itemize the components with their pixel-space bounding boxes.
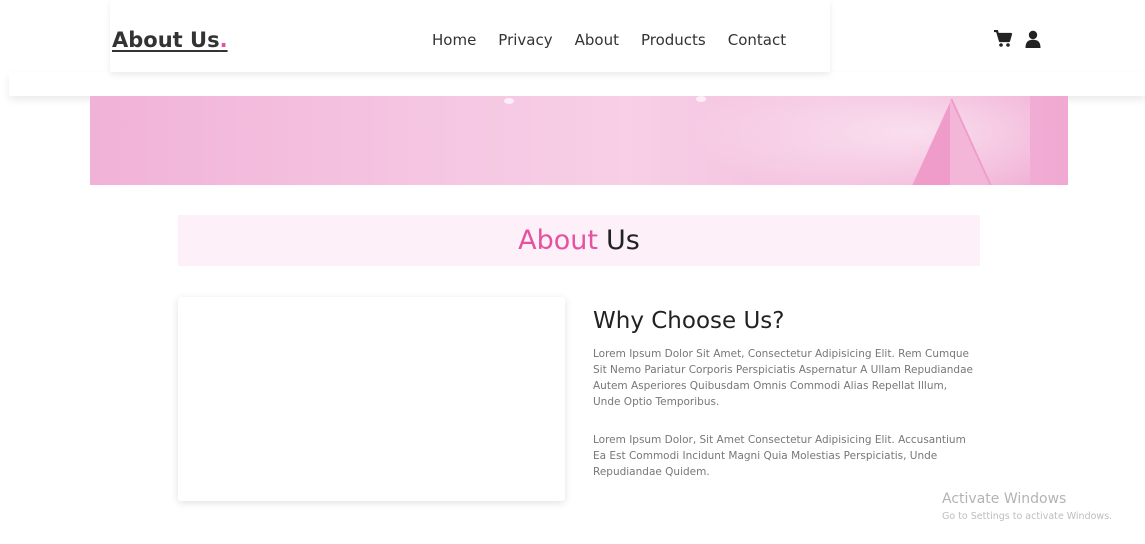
hero-banner	[90, 96, 1068, 185]
hero-sparkle	[696, 96, 706, 102]
page-title: About Us	[178, 215, 980, 266]
main-nav: Home Privacy About Products Contact	[432, 31, 786, 49]
cart-icon[interactable]	[993, 30, 1013, 48]
activation-watermark-subtitle: Go to Settings to activate Windows.	[942, 511, 1113, 522]
nav-home[interactable]: Home	[432, 31, 476, 49]
activation-watermark-title: Activate Windows	[942, 491, 1067, 507]
nav-about[interactable]: About	[575, 31, 619, 49]
header-underbar	[9, 72, 1145, 96]
nav-products[interactable]: Products	[641, 31, 706, 49]
header-icons	[993, 30, 1041, 48]
logo-dot: .	[219, 28, 228, 52]
image-card	[178, 297, 565, 501]
page-title-accent: About	[518, 225, 598, 256]
page-title-rest: Us	[605, 225, 640, 256]
paragraph-2: Lorem Ipsum Dolor, Sit Amet Consectetur …	[593, 434, 966, 478]
nav-contact[interactable]: Contact	[728, 31, 786, 49]
logo[interactable]: About Us.	[112, 28, 228, 52]
paragraph-1: Lorem Ipsum Dolor Sit Amet, Consectetur …	[593, 348, 973, 408]
logo-text: About Us	[112, 28, 220, 52]
user-icon[interactable]	[1025, 30, 1041, 48]
section-heading: Why Choose Us?	[593, 308, 785, 334]
hero-sparkle	[504, 98, 514, 104]
hero-pyramid-highlight	[950, 98, 990, 185]
nav-privacy[interactable]: Privacy	[498, 31, 552, 49]
